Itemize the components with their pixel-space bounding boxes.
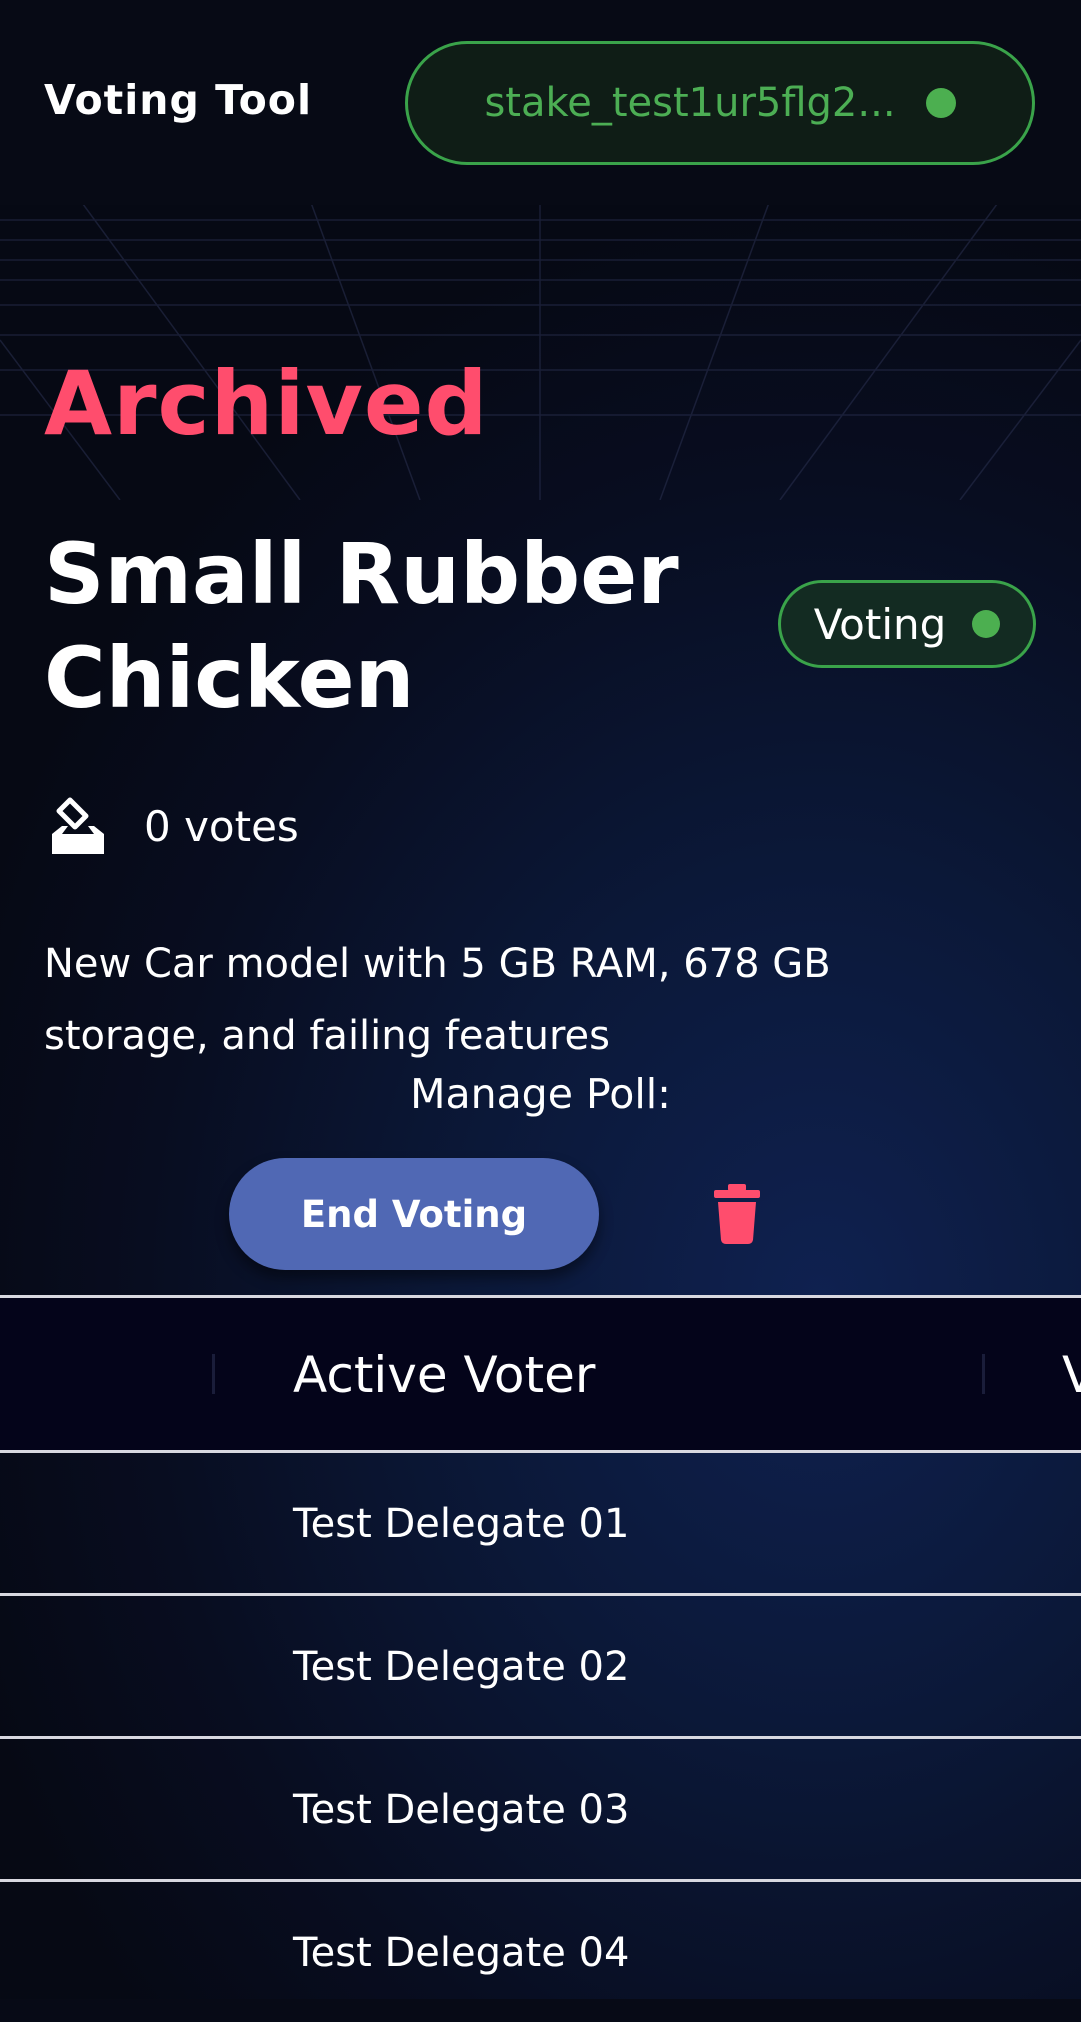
table-row[interactable]: Test Delegate 03 <box>0 1739 1081 1882</box>
ballot-box-icon <box>52 797 104 854</box>
status-indicator <box>972 610 1001 638</box>
votes-count-row: 0 votes <box>48 796 299 856</box>
voter-name: Test Delegate 03 <box>293 1787 630 1833</box>
end-voting-button[interactable]: End Voting <box>229 1158 599 1270</box>
voters-table: Active Voter V Test Delegate 01 Test Del… <box>0 1295 1081 2022</box>
table-row[interactable]: Test Delegate 04 <box>0 1882 1081 2022</box>
wallet-button[interactable]: stake_test1ur5flg2... <box>405 41 1035 165</box>
voter-name: Test Delegate 02 <box>293 1644 630 1690</box>
poll-description: New Car model with 5 GB RAM, 678 GB stor… <box>44 941 831 1059</box>
table-header: Active Voter V <box>0 1295 1081 1453</box>
archived-label: Archived <box>44 352 489 455</box>
column-separator <box>982 1354 985 1394</box>
wallet-address: stake_test1ur5flg2... <box>484 80 896 126</box>
voter-name: Test Delegate 01 <box>293 1501 630 1547</box>
column-header-vote[interactable]: V <box>1062 1346 1081 1404</box>
status-badge: Voting <box>778 580 1036 668</box>
grid-decoration <box>0 200 1081 500</box>
trash-icon[interactable] <box>712 1184 762 1244</box>
manage-poll-label: Manage Poll: <box>410 1070 671 1118</box>
status-badge-label: Voting <box>813 599 947 649</box>
votes-count: 0 votes <box>144 801 299 851</box>
app-title: Voting Tool <box>44 76 313 124</box>
wallet-connected-indicator <box>925 88 956 118</box>
column-header-active-voter[interactable]: Active Voter <box>293 1346 595 1404</box>
top-header: Voting Tool stake_test1ur5flg2... <box>0 0 1081 205</box>
table-row[interactable]: Test Delegate 02 <box>0 1596 1081 1739</box>
table-row[interactable]: Test Delegate 01 <box>0 1453 1081 1596</box>
column-separator <box>212 1354 215 1394</box>
voter-name: Test Delegate 04 <box>293 1930 630 1976</box>
poll-title: Small Rubber Chicken <box>44 525 679 727</box>
